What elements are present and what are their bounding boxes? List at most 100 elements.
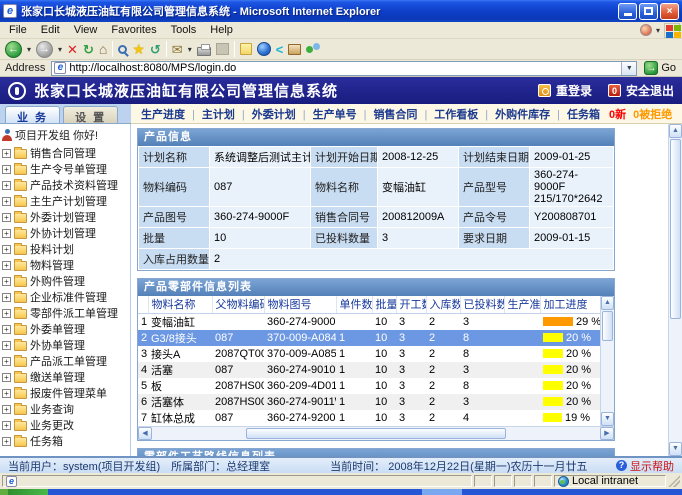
nav-master-plan[interactable]: 主计划 <box>185 106 235 122</box>
refresh-icon[interactable]: ↻ <box>83 41 94 58</box>
back-dropdown-icon[interactable]: ▾ <box>27 45 31 54</box>
scroll-down-icon[interactable]: ▼ <box>669 442 682 456</box>
back-icon[interactable]: ← <box>5 41 22 58</box>
sidebar-item-feeding-plan[interactable]: +投料计划 <box>2 241 130 257</box>
nav-production-order[interactable]: 生产单号 <box>296 106 357 122</box>
nav-purchased-stock[interactable]: 外购件库存 <box>478 106 550 122</box>
expand-icon[interactable]: + <box>2 325 11 334</box>
table-row[interactable]: 3接头A2087QT002370-009-A0850110328 20 % <box>138 346 600 362</box>
menu-edit[interactable]: Edit <box>34 23 67 37</box>
scrollbar-thumb[interactable] <box>602 311 613 341</box>
minimize-button[interactable] <box>618 3 637 20</box>
browser-extension-icon[interactable] <box>640 24 652 36</box>
sidebar-item-business-query[interactable]: +业务查询 <box>2 401 130 417</box>
column-header[interactable]: 开工数 <box>396 296 426 313</box>
sidebar-item-standard-parts[interactable]: +企业标准件管理 <box>2 289 130 305</box>
menu-help[interactable]: Help <box>203 23 240 37</box>
show-help-link[interactable]: ? 显示帮助 <box>616 458 674 474</box>
sidebar-item-part-dispatch[interactable]: +零部件派工单管理 <box>2 305 130 321</box>
sidebar-item-purchased-parts[interactable]: +外购件管理 <box>2 273 130 289</box>
sidebar-item-material-mgmt[interactable]: +物料管理 <box>2 257 130 273</box>
table-row[interactable]: 5板2087HS002360-209-4D010110328 20 % <box>138 378 600 394</box>
menu-view[interactable]: View <box>67 23 105 37</box>
nav-production-progress[interactable]: 生产进度 <box>141 106 185 122</box>
scrollbar-thumb[interactable] <box>670 139 681 319</box>
address-input[interactable] <box>66 62 621 74</box>
tab-settings[interactable]: 设 置 <box>63 106 118 123</box>
scroll-left-icon[interactable]: ◀ <box>138 427 152 440</box>
home-icon[interactable]: ⌂ <box>99 41 107 58</box>
sidebar-item-sales-contract[interactable]: +销售合同管理 <box>2 145 130 161</box>
scroll-up-icon[interactable]: ▲ <box>669 124 682 138</box>
column-header[interactable]: 物料图号 <box>264 296 336 313</box>
mail-dropdown-icon[interactable]: ▾ <box>188 45 192 54</box>
taskbar-button[interactable] <box>422 489 462 495</box>
expand-icon[interactable]: + <box>2 373 11 382</box>
sidebar-item-delivery-order[interactable]: +缴送单管理 <box>2 369 130 385</box>
nav-work-board[interactable]: 工作看板 <box>417 106 478 122</box>
table-vertical-scrollbar[interactable]: ▲ ▼ <box>600 296 614 426</box>
mail-icon[interactable]: ✉ <box>172 41 183 58</box>
expand-icon[interactable]: + <box>2 437 11 446</box>
sidebar-item-product-dispatch[interactable]: +产品派工单管理 <box>2 353 130 369</box>
expand-icon[interactable]: + <box>2 149 11 158</box>
resize-grip[interactable] <box>668 475 680 487</box>
relogin-button[interactable]: 重登录 <box>538 82 592 99</box>
expand-icon[interactable]: + <box>2 229 11 238</box>
expand-icon[interactable]: + <box>2 357 11 366</box>
column-header[interactable]: 物料名称 <box>148 296 212 313</box>
logout-button[interactable]: 0 安全退出 <box>608 82 674 99</box>
column-header[interactable] <box>138 296 148 313</box>
scroll-down-icon[interactable]: ▼ <box>601 412 614 426</box>
badge-rejected[interactable]: 0被拒绝 <box>633 106 672 122</box>
expand-icon[interactable]: + <box>2 405 11 414</box>
table-row[interactable]: 1变幅油缸360-274-9000F10323 29 % <box>138 313 600 330</box>
nav-outsource-plan[interactable]: 外委计划 <box>235 106 296 122</box>
column-header[interactable]: 批量 <box>372 296 396 313</box>
expand-icon[interactable]: + <box>2 181 11 190</box>
research-icon[interactable] <box>288 44 301 55</box>
maximize-button[interactable] <box>639 3 658 20</box>
expand-icon[interactable]: + <box>2 213 11 222</box>
sidebar-item-tech-data[interactable]: +产品技术资料管理 <box>2 177 130 193</box>
scroll-right-icon[interactable]: ▶ <box>600 427 614 440</box>
sidebar-item-coop-order[interactable]: +外协单管理 <box>2 337 130 353</box>
stop-icon[interactable]: ✕ <box>67 41 78 58</box>
print-icon[interactable] <box>197 47 211 56</box>
tab-business[interactable]: 业 务 <box>5 106 60 123</box>
expand-icon[interactable]: + <box>2 341 11 350</box>
expand-icon[interactable]: + <box>2 197 11 206</box>
scrollbar-thumb[interactable] <box>246 428 506 439</box>
nav-sales-contract[interactable]: 销售合同 <box>357 106 418 122</box>
expand-icon[interactable]: + <box>2 389 11 398</box>
msn-icon[interactable]: < <box>276 41 284 58</box>
badge-new[interactable]: 0新 <box>609 106 626 122</box>
start-button[interactable] <box>8 489 48 495</box>
column-header[interactable]: 父物料编码 <box>212 296 264 313</box>
scroll-up-icon[interactable]: ▲ <box>601 296 614 310</box>
sidebar-item-coop-plan[interactable]: +外协计划管理 <box>2 225 130 241</box>
column-header[interactable]: 生产准备 <box>504 296 540 313</box>
forward-dropdown-icon[interactable]: ▾ <box>58 45 62 54</box>
table-horizontal-scrollbar[interactable]: ◀ ▶ <box>138 426 614 440</box>
table-row[interactable]: 6活塞体2087HS002360-274-9011W110323 20 % <box>138 394 600 410</box>
expand-icon[interactable]: + <box>2 261 11 270</box>
favorites-icon[interactable]: ★ <box>132 41 145 58</box>
menu-tools[interactable]: Tools <box>164 23 204 37</box>
table-row[interactable]: 7缸体总成087360-274-9200F110324 19 % <box>138 410 600 426</box>
table-row[interactable]: 4活塞087360-274-9010F110323 20 % <box>138 362 600 378</box>
menu-file[interactable]: File <box>2 23 34 37</box>
sidebar-item-outsource-plan[interactable]: +外委计划管理 <box>2 209 130 225</box>
table-row-selected[interactable]: 2G3/8接头087370-009-A0840110328 20 % <box>138 330 600 346</box>
expand-icon[interactable]: + <box>2 309 11 318</box>
page-vertical-scrollbar[interactable]: ▲ ▼ <box>668 124 682 456</box>
chevron-down-icon[interactable]: ▾ <box>656 26 660 35</box>
globe-icon[interactable] <box>257 42 271 56</box>
sidebar-item-production-order[interactable]: +生产令号单管理 <box>2 161 130 177</box>
go-button[interactable]: → Go <box>641 61 679 75</box>
nav-task-box[interactable]: 任务箱 <box>550 106 600 122</box>
column-header[interactable]: 已投料数 <box>460 296 504 313</box>
forward-icon[interactable]: → <box>36 41 53 58</box>
column-header[interactable]: 单件数量 <box>336 296 372 313</box>
sidebar-item-master-plan[interactable]: +主生产计划管理 <box>2 193 130 209</box>
